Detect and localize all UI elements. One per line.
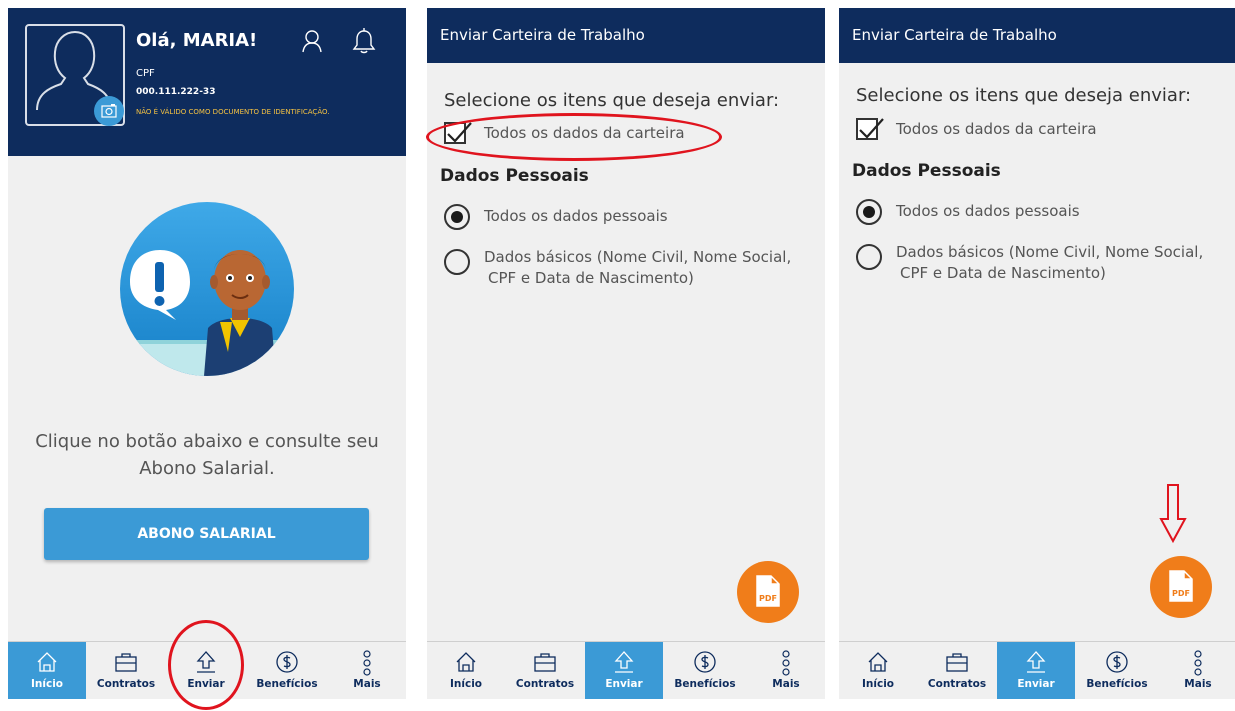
- select-heading: Selecione os itens que deseja enviar:: [444, 90, 780, 111]
- nav-label: Enviar: [605, 678, 643, 690]
- illustration-alert-person: [120, 202, 294, 376]
- bottom-nav: Início Contratos Enviar Benefícios Mais: [427, 641, 825, 699]
- nav-label: Início: [861, 678, 895, 690]
- radio-all-personal[interactable]: [856, 199, 882, 225]
- nav-contratos[interactable]: Contratos: [86, 642, 166, 699]
- nav-label: Início: [30, 678, 64, 690]
- home-icon: [37, 652, 57, 672]
- nav-label: Contratos: [927, 678, 987, 690]
- radio-basic-line2: CPF e Data de Nascimento): [488, 269, 694, 287]
- dollar-circle-icon: [276, 651, 298, 673]
- more-dots-icon: [782, 650, 790, 676]
- checkmark-icon: [859, 118, 884, 139]
- pdf-fab-button[interactable]: PDF: [1150, 556, 1212, 618]
- abono-salarial-button[interactable]: ABONO SALARIAL: [44, 508, 369, 560]
- radio-basic-line1: Dados básicos (Nome Civil, Nome Social,: [896, 243, 1204, 261]
- nav-contratos[interactable]: Contratos: [505, 642, 585, 699]
- info-text: Clique no botão abaixo e consulte seu Ab…: [35, 431, 379, 479]
- radio-all-personal[interactable]: [444, 204, 470, 230]
- pdf-fab-button[interactable]: PDF: [737, 561, 799, 623]
- send-screen-2: Enviar Carteira de Trabalho Selecione os…: [839, 8, 1235, 699]
- nav-label: Mais: [772, 678, 800, 690]
- nav-label: Mais: [353, 678, 381, 690]
- camera-button[interactable]: [94, 96, 124, 126]
- nav-enviar[interactable]: Enviar: [585, 642, 663, 699]
- pdf-icon: PDF: [1169, 570, 1193, 602]
- bell-icon[interactable]: [352, 28, 376, 54]
- pdf-text: PDF: [1172, 589, 1190, 598]
- pdf-text: PDF: [759, 594, 777, 603]
- section-title: Dados Pessoais: [852, 161, 1001, 181]
- title-bar: Enviar Carteira de Trabalho: [839, 8, 1235, 63]
- radio-basic-line1: Dados básicos (Nome Civil, Nome Social,: [484, 248, 792, 266]
- user-profile-icon[interactable]: [300, 28, 326, 54]
- red-ellipse-annotation-enviar: [168, 620, 244, 710]
- send-screen-1: Enviar Carteira de Trabalho Selecione os…: [427, 8, 825, 699]
- nav-label: Contratos: [515, 678, 575, 690]
- cpf-label: CPF: [136, 68, 155, 79]
- nav-label: Mais: [1184, 678, 1212, 690]
- dollar-circle-icon: [694, 651, 716, 673]
- nav-contratos[interactable]: Contratos: [917, 642, 997, 699]
- select-heading: Selecione os itens que deseja enviar:: [856, 85, 1192, 106]
- home-icon: [456, 652, 476, 672]
- nav-beneficios[interactable]: Benefícios: [246, 642, 328, 699]
- cpf-value: 000.111.222-33: [136, 87, 216, 97]
- nav-label: Enviar: [1017, 678, 1055, 690]
- nav-label: Contratos: [96, 678, 156, 690]
- checkbox-label: Todos os dados da carteira: [896, 120, 1097, 138]
- home-screen: Olá, MARIA! CPF 000.111.222-33 NÃO É VÁL…: [8, 8, 406, 699]
- nav-beneficios[interactable]: Benefícios: [1075, 642, 1159, 699]
- red-down-arrow-annotation: [1159, 484, 1187, 544]
- pdf-icon: PDF: [756, 575, 780, 607]
- profile-header: Olá, MARIA! CPF 000.111.222-33 NÃO É VÁL…: [8, 8, 406, 156]
- nav-label: Benefícios: [256, 678, 318, 690]
- radio-all-label: Todos os dados pessoais: [896, 202, 1080, 220]
- radio-basic-data[interactable]: [856, 244, 882, 270]
- nav-inicio[interactable]: Início: [427, 642, 505, 699]
- radio-all-label: Todos os dados pessoais: [484, 207, 668, 225]
- nav-beneficios[interactable]: Benefícios: [663, 642, 747, 699]
- radio-basic-data[interactable]: [444, 249, 470, 275]
- radio-basic-line2: CPF e Data de Nascimento): [900, 264, 1106, 282]
- radio-selected-dot: [451, 211, 463, 223]
- nav-inicio[interactable]: Início: [8, 642, 86, 699]
- page-title: Enviar Carteira de Trabalho: [852, 26, 1057, 44]
- checkbox-all-data[interactable]: [856, 118, 884, 140]
- upload-arrow-icon: [614, 651, 634, 673]
- nav-enviar[interactable]: Enviar: [997, 642, 1075, 699]
- upload-arrow-icon: [1026, 651, 1046, 673]
- section-title: Dados Pessoais: [440, 166, 589, 186]
- dollar-circle-icon: [1106, 651, 1128, 673]
- greeting: Olá, MARIA!: [136, 30, 258, 51]
- document-warning: NÃO É VÁLIDO COMO DOCUMENTO DE IDENTIFIC…: [136, 108, 330, 116]
- nav-label: Início: [449, 678, 483, 690]
- nav-mais[interactable]: Mais: [1159, 642, 1235, 699]
- briefcase-icon: [946, 653, 968, 672]
- title-bar: Enviar Carteira de Trabalho: [427, 8, 825, 63]
- briefcase-icon: [534, 653, 556, 672]
- page-title: Enviar Carteira de Trabalho: [440, 26, 645, 44]
- radio-selected-dot: [863, 206, 875, 218]
- more-dots-icon: [1194, 650, 1202, 676]
- nav-label: Benefícios: [674, 678, 736, 690]
- more-dots-icon: [363, 650, 371, 676]
- nav-label: Benefícios: [1086, 678, 1148, 690]
- nav-mais[interactable]: Mais: [747, 642, 825, 699]
- nav-mais[interactable]: Mais: [328, 642, 406, 699]
- bottom-nav: Início Contratos Enviar Benefícios Mais: [839, 641, 1235, 699]
- camera-icon: [101, 104, 117, 118]
- nav-inicio[interactable]: Início: [839, 642, 917, 699]
- briefcase-icon: [115, 653, 137, 672]
- home-icon: [868, 652, 888, 672]
- red-ellipse-annotation-checkbox: [426, 113, 722, 161]
